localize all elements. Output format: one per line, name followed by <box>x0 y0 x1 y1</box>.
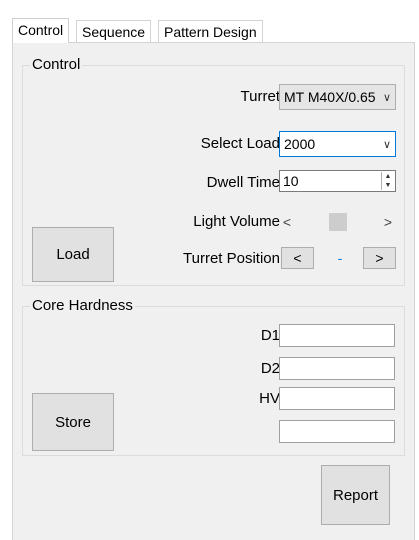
scroll-right-icon[interactable]: > <box>380 212 396 232</box>
light-volume-label: Light Volume <box>193 213 280 230</box>
tab-sequence[interactable]: Sequence <box>76 20 152 42</box>
select-load-dropdown[interactable]: 2000 ∨ <box>279 131 396 157</box>
spin-down-icon[interactable]: ▼ <box>382 181 394 190</box>
d2-label: D2 <box>260 360 280 377</box>
scroll-left-icon[interactable]: < <box>279 212 295 232</box>
control-window: Control Sequence Pattern Design Control … <box>0 0 419 540</box>
select-load-label: Select Load <box>200 135 280 152</box>
load-button[interactable]: Load <box>32 227 114 282</box>
control-group-title: Control <box>30 56 83 74</box>
core-hardness-group-title: Core Hardness <box>30 297 135 315</box>
spin-up-icon[interactable]: ▲ <box>382 172 394 181</box>
tab-control[interactable]: Control <box>12 18 70 43</box>
select-load-value: 2000 <box>284 136 316 152</box>
hv-label: HV <box>259 390 280 407</box>
hv-field[interactable] <box>279 387 395 410</box>
dwell-time-value: 10 <box>283 173 299 189</box>
turret-label: Turret <box>240 88 280 105</box>
store-button[interactable]: Store <box>32 393 114 451</box>
turret-position-label: Turret Position <box>183 250 280 267</box>
control-group: Control Turret MT M40X/0.65 ∨ Select Loa… <box>22 56 405 286</box>
dwell-time-label: Dwell Time <box>206 174 280 191</box>
turret-position-next-button[interactable]: > <box>363 247 396 269</box>
d1-field[interactable] <box>279 324 395 347</box>
light-volume-scrollbar[interactable]: < > <box>279 212 396 232</box>
dwell-time-stepper[interactable]: 10 ▲ ▼ <box>279 170 396 192</box>
chevron-down-icon: ∨ <box>382 138 392 151</box>
turret-position-prev-button[interactable]: < <box>281 247 314 269</box>
extra-field[interactable] <box>279 420 395 443</box>
d2-field[interactable] <box>279 357 395 380</box>
chevron-down-icon: ∨ <box>382 91 392 104</box>
turret-dropdown-value: MT M40X/0.65 <box>284 89 376 105</box>
tab-panel: Control Turret MT M40X/0.65 ∨ Select Loa… <box>12 42 415 540</box>
d1-label: D1 <box>260 327 280 344</box>
core-hardness-group: Core Hardness D1 D2 HV Store <box>22 297 405 456</box>
turret-position-value: - <box>337 250 343 266</box>
turret-dropdown[interactable]: MT M40X/0.65 ∨ <box>279 84 396 110</box>
tab-pattern-design[interactable]: Pattern Design <box>158 20 263 42</box>
light-volume-thumb[interactable] <box>328 213 347 231</box>
spin-buttons[interactable]: ▲ ▼ <box>381 172 394 190</box>
report-button[interactable]: Report <box>321 465 390 525</box>
